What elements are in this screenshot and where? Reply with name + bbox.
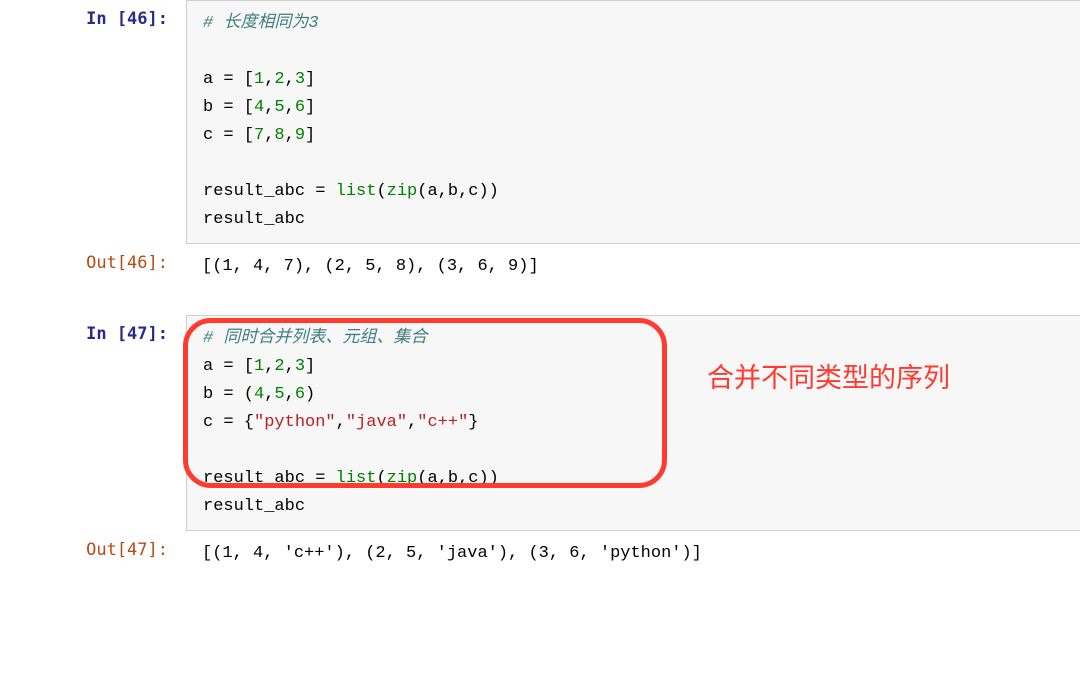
out-prompt-46: Out[46]: [0, 244, 186, 296]
cell-47-output: Out[47]: [(1, 4, 'c++'), (2, 5, 'java'),… [0, 531, 1080, 583]
out-prompt-47: Out[47]: [0, 531, 186, 583]
cell-47-input: In [47]: 合并不同类型的序列 # 同时合并列表、元组、集合 a = [1… [0, 315, 1080, 531]
comment-line: # 同时合并列表、元组、集合 [203, 329, 427, 348]
output-text-46: [(1, 4, 7), (2, 5, 8), (3, 6, 9)] [186, 244, 1080, 296]
code-input-47[interactable]: 合并不同类型的序列 # 同时合并列表、元组、集合 a = [1,2,3] b =… [186, 315, 1080, 531]
in-prompt-46: In [46]: [0, 0, 186, 244]
in-prompt-47: In [47]: [0, 315, 186, 531]
output-text-47: [(1, 4, 'c++'), (2, 5, 'java'), (3, 6, '… [186, 531, 1080, 583]
comment-line: # 长度相同为3 [203, 14, 319, 33]
cell-46-input: In [46]: # 长度相同为3 a = [1,2,3] b = [4,5,6… [0, 0, 1080, 244]
cell-46-output: Out[46]: [(1, 4, 7), (2, 5, 8), (3, 6, 9… [0, 244, 1080, 296]
annotation-text: 合并不同类型的序列 [707, 356, 950, 401]
code-input-46[interactable]: # 长度相同为3 a = [1,2,3] b = [4,5,6] c = [7,… [186, 0, 1080, 244]
